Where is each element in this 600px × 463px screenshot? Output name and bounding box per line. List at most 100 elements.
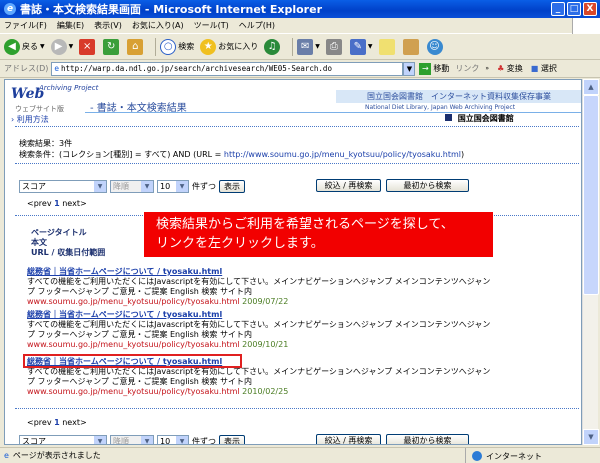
- order-select[interactable]: 降順 ▼: [110, 179, 154, 193]
- select-icon: ■: [530, 64, 539, 73]
- discuss-icon: [378, 38, 395, 55]
- back-dropdown-icon[interactable]: ▼: [40, 43, 45, 50]
- refresh-icon: ↻: [103, 38, 120, 55]
- search-button[interactable]: ○ 検索: [160, 38, 194, 55]
- pager-next[interactable]: next>: [62, 418, 86, 427]
- result-body: すべての機能をご利用いただくにはJavascriptを有効にして下さい。メインナ…: [27, 367, 491, 376]
- condition-url[interactable]: http://www.soumu.go.jp/menu_kyotsuu/poli…: [224, 150, 461, 159]
- per-page-label: 件ずつ: [192, 181, 216, 191]
- display-button[interactable]: 表示: [219, 179, 245, 193]
- mail-dropdown-icon[interactable]: ▼: [315, 43, 320, 50]
- security-zone: インターネット: [465, 448, 542, 463]
- scroll-down-icon[interactable]: ▼: [583, 429, 599, 445]
- sort-select[interactable]: スコア ▼: [19, 179, 107, 193]
- result-title-link[interactable]: 総務省｜当省ホームページについて / tyosaku.html: [27, 267, 222, 276]
- ie-logo-icon: e: [4, 3, 16, 15]
- convert-icon: ♣: [497, 64, 505, 73]
- menu-edit[interactable]: 編集(E): [57, 20, 84, 31]
- result-body: プ フッターへジャンプ ご意見・ご提案 English 検索 サイト内: [27, 287, 252, 296]
- maximize-button[interactable]: □: [567, 2, 581, 16]
- links-expand-icon[interactable]: »: [485, 65, 489, 72]
- minimize-button[interactable]: _: [551, 2, 565, 16]
- edit-button[interactable]: ✎ ▼: [349, 38, 373, 55]
- address-dropdown-icon[interactable]: ▼: [403, 61, 416, 76]
- favorites-label: お気に入り: [218, 42, 259, 51]
- select-button[interactable]: ■ 選択: [531, 63, 557, 74]
- condition-suffix: ): [461, 150, 465, 159]
- home-button[interactable]: ⌂: [127, 38, 145, 55]
- scroll-up-icon[interactable]: ▲: [583, 79, 599, 95]
- display-button[interactable]: 表示: [219, 434, 245, 444]
- media-button[interactable]: ♫: [264, 38, 282, 55]
- restart-search-button[interactable]: 最初から検索: [386, 179, 469, 192]
- address-bar: アドレス(D) e http://warp.da.ndl.go.jp/searc…: [0, 60, 600, 78]
- pager-prev[interactable]: <prev: [27, 199, 52, 208]
- divider: [15, 408, 579, 409]
- dropdown-arrow-icon: ▼: [94, 180, 106, 192]
- restart-search-button[interactable]: 最初から検索: [386, 434, 469, 444]
- stop-button[interactable]: ×: [79, 38, 97, 55]
- close-button[interactable]: X: [583, 2, 597, 16]
- sort-select[interactable]: スコア ▼: [19, 434, 107, 444]
- menu-view[interactable]: 表示(V): [94, 20, 122, 31]
- order-select[interactable]: 降順 ▼: [110, 434, 154, 444]
- convert-button[interactable]: ♣ 変換: [497, 63, 523, 74]
- address-input[interactable]: e http://warp.da.ndl.go.jp/search/archiv…: [51, 61, 404, 76]
- research-button[interactable]: [402, 38, 421, 55]
- pager-top: <prev 1 next>: [27, 199, 87, 208]
- stop-icon: ×: [79, 38, 96, 55]
- instruction-callout: 検索結果からご利用を希望されるページを探して、 リンクを左クリックします。: [144, 212, 493, 257]
- menu-tools[interactable]: ツール(T): [194, 20, 229, 31]
- favorites-star-icon: ★: [200, 38, 217, 55]
- refresh-button[interactable]: ↻: [103, 38, 121, 55]
- messenger-button[interactable]: ☺: [426, 38, 445, 55]
- scroll-thumb[interactable]: [583, 95, 599, 295]
- divider: [15, 163, 579, 164]
- refine-button[interactable]: 絞込 / 再検索: [316, 179, 381, 192]
- print-button[interactable]: ⎙: [325, 38, 344, 55]
- research-icon: [402, 38, 419, 55]
- links-button[interactable]: リンク: [455, 63, 479, 74]
- back-arrow-icon: ◀: [4, 38, 20, 55]
- divider: [15, 126, 579, 127]
- menu-file[interactable]: ファイル(F): [4, 20, 47, 31]
- ndl-name[interactable]: 国立国会図書館: [445, 113, 514, 124]
- result-title-link[interactable]: 総務省｜当省ホームページについて / tyosaku.html: [27, 310, 222, 319]
- favorites-button[interactable]: ★ お気に入り: [200, 38, 259, 55]
- back-button[interactable]: ◀ 戻る ▼: [4, 38, 45, 55]
- result-body: プ フッターへジャンプ ご意見・ご提案 English 検索 サイト内: [27, 330, 252, 339]
- edit-dropdown-icon[interactable]: ▼: [368, 43, 373, 50]
- menu-favorites[interactable]: お気に入り(A): [132, 20, 184, 31]
- per-page-select[interactable]: 10 ▼: [157, 179, 189, 193]
- header-body: 本文: [31, 238, 47, 247]
- status-bar: e ページが表示されました インターネット: [0, 447, 600, 463]
- pager-next[interactable]: next>: [62, 199, 86, 208]
- result-item: 総務省｜当省ホームページについて / tyosaku.html すべての機能をご…: [27, 310, 567, 350]
- usage-link[interactable]: › 利用方法: [11, 114, 49, 125]
- forward-dropdown-icon[interactable]: ▼: [69, 43, 74, 50]
- forward-button[interactable]: ▶ ▼: [50, 38, 74, 55]
- pager-current: 1: [54, 418, 60, 427]
- discuss-button[interactable]: [378, 38, 397, 55]
- mail-button[interactable]: ✉ ▼: [297, 38, 320, 55]
- vertical-scrollbar[interactable]: ▲ ▼: [582, 79, 599, 445]
- dropdown-arrow-icon: ▼: [176, 435, 188, 444]
- per-page-select[interactable]: 10 ▼: [157, 434, 189, 444]
- edit-icon: ✎: [349, 38, 366, 55]
- refine-button[interactable]: 絞込 / 再検索: [316, 434, 381, 444]
- zone-label: インターネット: [486, 451, 542, 461]
- sort-select-value: スコア: [22, 181, 46, 191]
- globe-icon: [472, 451, 482, 461]
- title-bar: e 書誌・本文検索結果画面 - Microsoft Internet Explo…: [0, 0, 600, 18]
- toolbar-separator: [155, 37, 157, 56]
- highlight-box: [23, 354, 242, 368]
- dropdown-arrow-icon: ▼: [176, 180, 188, 192]
- ndl-banner[interactable]: 国立国会図書館 インターネット資料収集保存事業: [336, 90, 581, 103]
- address-url: http://warp.da.ndl.go.jp/search/archives…: [61, 64, 332, 73]
- search-buttons-top: 絞込 / 再検索 最初から検索: [316, 179, 469, 193]
- go-button[interactable]: → 移動: [419, 62, 449, 75]
- pager-prev[interactable]: <prev: [27, 418, 52, 427]
- result-url: www.soumu.go.jp/menu_kyotsuu/policy/tyos…: [27, 297, 240, 306]
- menu-help[interactable]: ヘルプ(H): [239, 20, 275, 31]
- windows-logo-icon: [572, 18, 600, 34]
